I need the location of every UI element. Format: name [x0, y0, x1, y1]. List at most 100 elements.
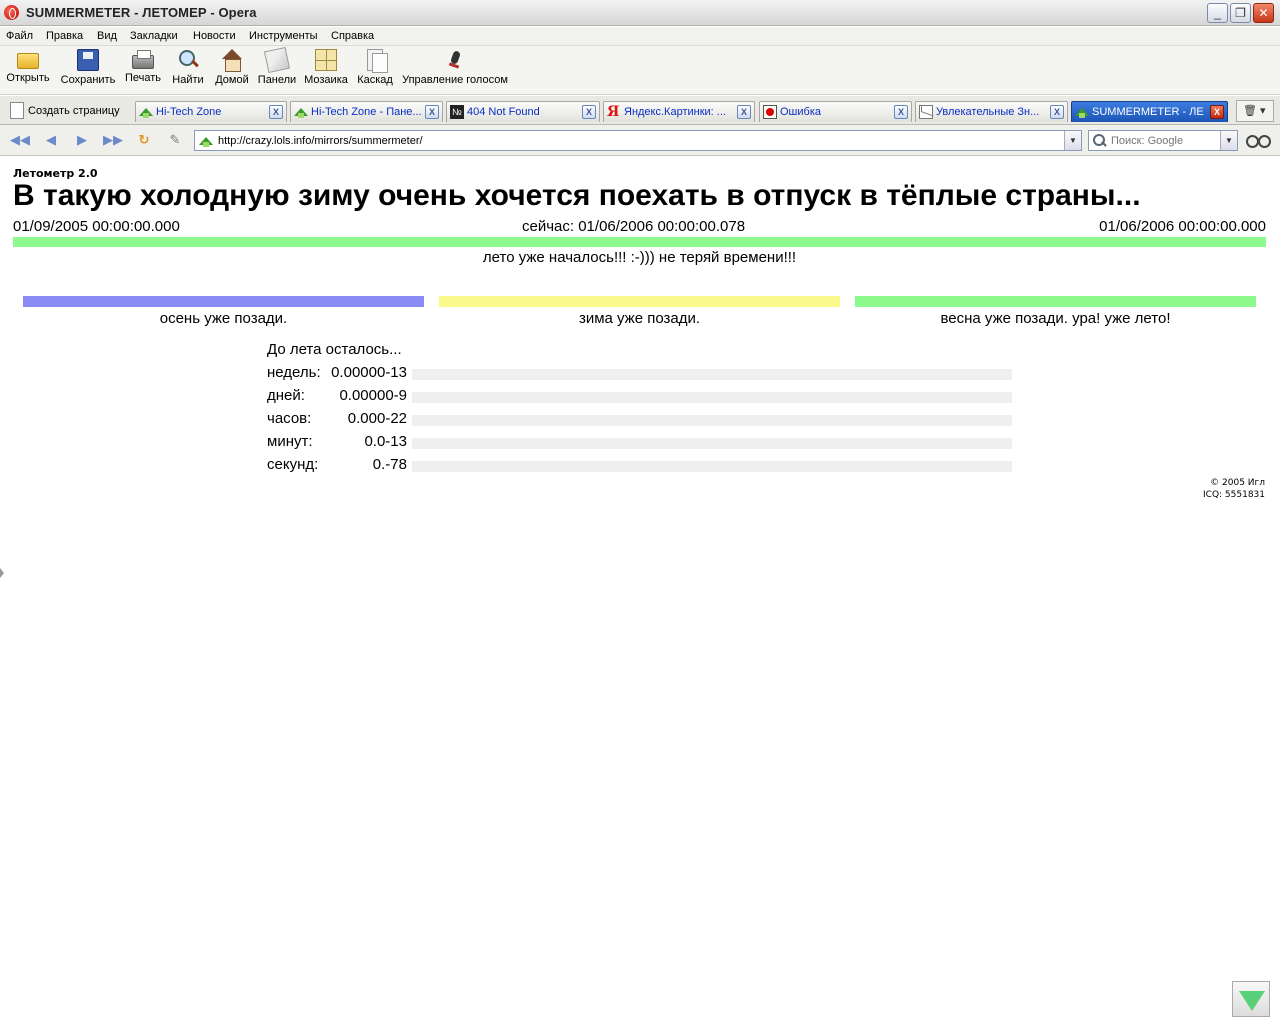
address-toolbar: ◀◀ ◀ ▶ ▶▶ ↻ ✎ ▼ ▼ [0, 125, 1280, 156]
address-history-dropdown[interactable]: ▼ [1064, 131, 1081, 150]
glasses-icon[interactable] [1245, 132, 1271, 148]
new-page-button[interactable]: Создать страницу [6, 100, 120, 122]
autumn-progress-bar [23, 296, 424, 307]
search-input[interactable] [1111, 133, 1216, 148]
menu-tools[interactable]: Инструменты [249, 30, 318, 42]
panels-icon [263, 46, 291, 74]
site-favicon-icon [199, 134, 213, 148]
save-button[interactable]: Сохранить [59, 49, 117, 86]
countdown-value: 0.00000-13 [331, 364, 407, 381]
forward-button[interactable]: ▶ [72, 131, 92, 149]
voice-control-button[interactable]: Управление голосом [401, 49, 509, 86]
menu-news[interactable]: Новости [193, 30, 236, 42]
search-engine-dropdown[interactable]: ▼ [1220, 131, 1237, 150]
menu-edit[interactable]: Правка [46, 30, 83, 42]
spring-label: весна уже позади. ура! уже лето! [940, 310, 1171, 327]
main-toolbar: Открыть Сохранить Печать Найти Домой Пан… [0, 46, 1280, 95]
print-button[interactable]: Печать [123, 49, 163, 84]
tab-close-button[interactable]: X [269, 105, 283, 119]
tab-bar: Создать страницу Hi-Tech Zone X Hi-Tech … [0, 96, 1280, 125]
cascade-button[interactable]: Каскад [355, 49, 395, 86]
tab-label: Hi-Tech Zone [156, 106, 222, 118]
menu-file[interactable]: Файл [6, 30, 33, 42]
end-date: 01/06/2006 00:00:00.000 [1099, 218, 1266, 235]
page-content: Летометр 2.0 В такую холодную зиму очень… [0, 157, 1280, 1024]
panel-toggle-arrow-icon[interactable] [0, 568, 4, 578]
tab-label: Увлекательные Зн... [936, 106, 1040, 118]
countdown-value: 0.-78 [372, 456, 407, 473]
start-date: 01/09/2005 00:00:00.000 [13, 218, 180, 235]
tab-hitech-zone[interactable]: Hi-Tech Zone X [135, 101, 287, 122]
countdown-row-seconds: секунд: 0.-78 [267, 456, 1017, 476]
countdown-title: До лета осталось... [267, 341, 402, 358]
countdown-label: часов: [267, 410, 312, 427]
countdown-label: секунд: [267, 456, 319, 473]
menu-view[interactable]: Вид [97, 30, 117, 42]
window-titlebar: SUMMERMETER - ЛЕТОМЕР - Opera _ ❐ ✕ [0, 0, 1280, 26]
tab-label: Яндекс.Картинки: ... [624, 106, 726, 118]
countdown-bar [412, 392, 1012, 403]
tab-close-button[interactable]: X [894, 105, 908, 119]
countdown-value: 0.0-13 [364, 433, 407, 450]
tab-close-button[interactable]: X [425, 105, 439, 119]
countdown-row-minutes: минут: 0.0-13 [267, 433, 1017, 453]
autumn-label: осень уже позади. [159, 310, 288, 327]
scroll-down-button[interactable] [1232, 981, 1270, 1017]
spring-progress-bar [855, 296, 1256, 307]
close-window-button[interactable]: ✕ [1253, 3, 1274, 23]
tab-close-button[interactable]: X [1050, 105, 1064, 119]
tab-close-button[interactable]: X [737, 105, 751, 119]
tab-hitech-zone-panel[interactable]: Hi-Tech Zone - Пане... X [290, 101, 443, 122]
spring-block: весна уже позади. ура! уже лето! [855, 296, 1256, 327]
tab-summermeter[interactable]: SUMMERMETER - ЛЕ... X [1071, 101, 1228, 122]
tab-fascinating[interactable]: Увлекательные Зн... X [915, 101, 1068, 122]
closed-tabs-trash-button[interactable]: 🗑 ▾ [1236, 100, 1274, 122]
minimize-button[interactable]: _ [1207, 3, 1228, 23]
countdown-label: недель: [267, 364, 321, 381]
window-title: SUMMERMETER - ЛЕТОМЕР - Opera [26, 5, 257, 20]
countdown-row-hours: часов: 0.000-22 [267, 410, 1017, 430]
save-button-label: Сохранить [60, 74, 116, 86]
open-button[interactable]: Открыть [5, 49, 51, 84]
menu-bookmarks[interactable]: Закладки [130, 30, 178, 42]
tab-close-button[interactable]: X [582, 105, 596, 119]
tile-button[interactable]: Мозаика [303, 49, 349, 86]
back-button[interactable]: ◀ [41, 131, 61, 149]
copyright-text: © 2005 Игл [1210, 478, 1265, 488]
fast-forward-button[interactable]: ▶▶ [103, 131, 123, 149]
menu-help[interactable]: Справка [331, 30, 374, 42]
green-house-icon [1075, 105, 1089, 119]
copyright-block: © 2005 Игл ICQ: 5551831 [1203, 477, 1265, 501]
rewind-button[interactable]: ◀◀ [10, 131, 30, 149]
address-field[interactable]: ▼ [194, 130, 1082, 151]
panels-button-label: Панели [257, 74, 297, 86]
tab-close-button[interactable]: X [1210, 105, 1224, 119]
open-button-label: Открыть [6, 72, 50, 84]
green-house-icon [139, 105, 153, 119]
icq-number: ICQ: 5551831 [1203, 490, 1265, 500]
reload-button[interactable]: ↻ [134, 131, 154, 149]
trash-icon: 🗑 [1243, 105, 1257, 117]
countdown-label: минут: [267, 433, 313, 450]
maximize-button[interactable]: ❐ [1230, 3, 1251, 23]
tab-404-not-found[interactable]: № 404 Not Found X [446, 101, 600, 122]
winter-progress-bar [439, 296, 840, 307]
tab-label: Ошибка [780, 106, 821, 118]
tab-yandex-images[interactable]: Я Яндекс.Картинки: ... X [603, 101, 755, 122]
home-button[interactable]: Домой [214, 49, 250, 86]
tab-label: Hi-Tech Zone - Пане... [311, 106, 421, 118]
tile-button-label: Мозаика [304, 74, 348, 86]
number-sign-icon: № [450, 105, 464, 119]
edit-site-prefs-button[interactable]: ✎ [165, 131, 185, 149]
page-headline: В такую холодную зиму очень хочется поех… [13, 179, 1141, 212]
cascade-button-label: Каскад [357, 74, 393, 86]
search-field[interactable]: ▼ [1088, 130, 1238, 151]
panels-button[interactable]: Панели [257, 46, 297, 86]
find-button[interactable]: Найти [171, 49, 205, 86]
trash-dropdown-icon: ▾ [1260, 105, 1266, 117]
tab-error[interactable]: Ошибка X [759, 101, 912, 122]
url-input[interactable] [218, 133, 1058, 148]
search-icon [1092, 133, 1108, 149]
tile-windows-icon [315, 49, 337, 71]
folder-icon [17, 53, 39, 69]
